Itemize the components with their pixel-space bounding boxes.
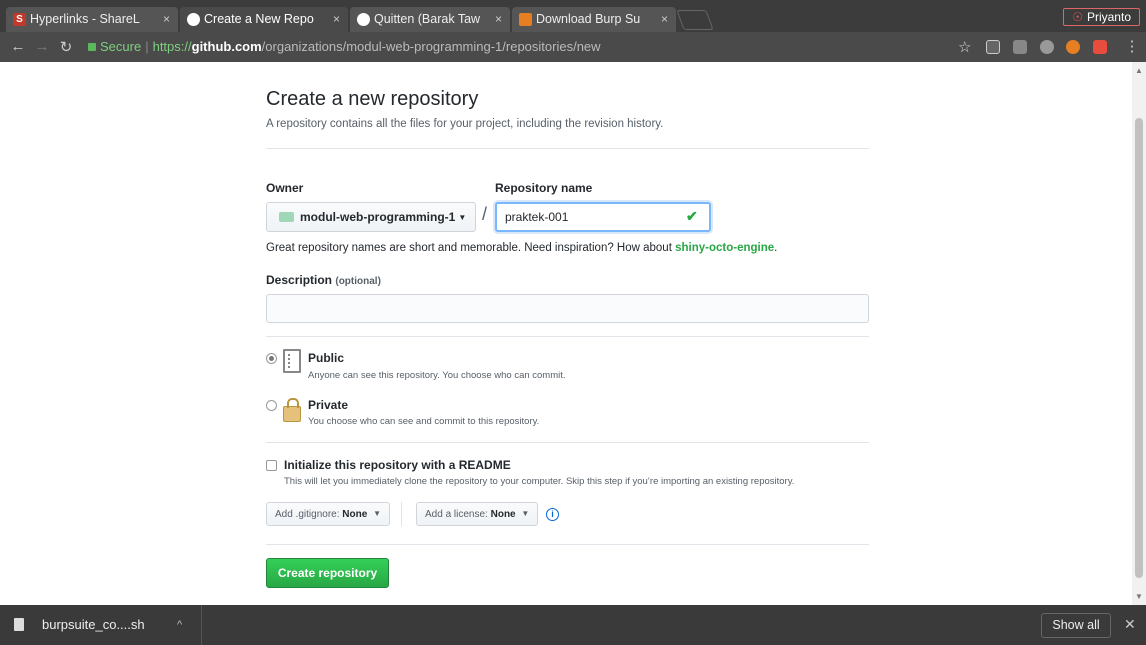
tab-title: Quitten (Barak Taw bbox=[374, 12, 481, 26]
owner-label: Owner bbox=[266, 181, 304, 195]
license-label: Add a license: bbox=[425, 509, 488, 520]
close-icon[interactable]: × bbox=[333, 7, 340, 32]
url-field[interactable]: Secure | https://github.com/organizations/… bbox=[82, 36, 972, 58]
tab-quitten[interactable]: Quitten (Barak Taw × bbox=[350, 7, 510, 32]
owner-value: modul-web-programming-1 bbox=[300, 210, 456, 224]
check-icon: ✔ bbox=[686, 208, 698, 224]
menu-icon[interactable]: ⋮ bbox=[1122, 37, 1142, 55]
download-file-name: burpsuite_co....sh bbox=[42, 617, 145, 632]
github-icon bbox=[187, 13, 200, 26]
description-label-text: Description bbox=[266, 273, 333, 287]
gitignore-label: Add .gitignore: bbox=[275, 509, 340, 520]
private-description: You choose who can see and commit to thi… bbox=[308, 416, 540, 427]
page-title: Create a new repository bbox=[266, 88, 479, 110]
description-input[interactable] bbox=[266, 294, 869, 323]
name-suggestion-link[interactable]: shiny-octo-engine bbox=[675, 242, 774, 254]
forward-arrow-icon[interactable]: → bbox=[32, 38, 52, 55]
profile-button[interactable]: ☉ Priyanto bbox=[1063, 8, 1140, 26]
reload-icon[interactable]: ↻ bbox=[56, 38, 76, 56]
scroll-down-arrow-icon[interactable]: ▼ bbox=[1135, 592, 1143, 601]
repo-name-input[interactable] bbox=[495, 202, 711, 232]
readme-checkbox[interactable] bbox=[266, 460, 277, 471]
profile-name: Priyanto bbox=[1086, 10, 1131, 24]
readme-title: Initialize this repository with a README bbox=[284, 458, 511, 472]
url-host: github.com bbox=[191, 39, 262, 54]
tab-title: Download Burp Su bbox=[536, 12, 641, 26]
secure-label: Secure bbox=[100, 39, 142, 54]
tab-bar: S Hyperlinks - ShareL × Create a New Rep… bbox=[0, 0, 1146, 32]
close-icon[interactable]: ✕ bbox=[1124, 616, 1136, 633]
gitignore-select[interactable]: Add .gitignore: None ▼ bbox=[266, 502, 390, 526]
burp-icon bbox=[519, 13, 532, 26]
tab-title: Hyperlinks - ShareL bbox=[30, 12, 140, 26]
divider bbox=[266, 336, 869, 337]
cors-extension-icon[interactable] bbox=[1093, 40, 1107, 54]
sharelatex-icon: S bbox=[13, 13, 26, 26]
private-title: Private bbox=[308, 398, 349, 412]
name-hint: Great repository names are short and mem… bbox=[266, 242, 777, 254]
url-separator: | bbox=[145, 39, 149, 54]
create-repository-button[interactable]: Create repository bbox=[266, 558, 389, 588]
tab-burp-download[interactable]: Download Burp Su × bbox=[512, 7, 676, 32]
tab-hyperlinks[interactable]: S Hyperlinks - ShareL × bbox=[6, 7, 178, 32]
divider bbox=[266, 544, 869, 545]
extension-icon[interactable] bbox=[1066, 40, 1080, 54]
caret-down-icon: ▼ bbox=[521, 509, 530, 518]
private-radio[interactable] bbox=[266, 400, 277, 411]
hint-text: Great repository names are short and mem… bbox=[266, 242, 676, 254]
download-bar: burpsuite_co....sh ^ Show all ✕ bbox=[0, 605, 1146, 645]
owner-select[interactable]: modul-web-programming-1 ▼ bbox=[266, 202, 476, 232]
hint-suffix: . bbox=[774, 242, 778, 254]
extension-icon[interactable] bbox=[1040, 40, 1054, 54]
download-item[interactable]: burpsuite_co....sh ^ bbox=[0, 605, 202, 645]
divider bbox=[266, 148, 869, 149]
incognito-icon: ☉ bbox=[1072, 10, 1083, 24]
license-value: None bbox=[490, 509, 516, 520]
org-avatar bbox=[279, 212, 294, 222]
file-icon bbox=[14, 618, 24, 631]
close-icon[interactable]: × bbox=[495, 7, 502, 32]
scroll-up-arrow-icon[interactable]: ▲ bbox=[1135, 66, 1143, 75]
info-icon[interactable]: i bbox=[546, 508, 559, 521]
divider bbox=[266, 442, 869, 443]
back-arrow-icon[interactable]: ← bbox=[8, 38, 28, 55]
page-subtitle: A repository contains all the files for … bbox=[266, 118, 664, 130]
public-title: Public bbox=[308, 351, 345, 365]
bookmark-star-icon[interactable]: ☆ bbox=[958, 38, 971, 56]
show-all-button[interactable]: Show all bbox=[1041, 613, 1111, 638]
caret-down-icon: ▼ bbox=[458, 213, 467, 222]
page-scrollbar[interactable]: ▲ ▼ bbox=[1132, 62, 1146, 605]
page-content: Create a new repository A repository con… bbox=[0, 62, 1132, 605]
repo-name-label: Repository name bbox=[495, 181, 593, 195]
divider bbox=[401, 502, 402, 526]
lock-icon bbox=[88, 43, 96, 51]
readme-description: This will let you immediately clone the … bbox=[284, 476, 795, 487]
repo-icon bbox=[283, 349, 301, 373]
extension-icon[interactable] bbox=[986, 40, 1000, 54]
scrollbar-thumb[interactable] bbox=[1135, 118, 1143, 578]
close-icon[interactable]: × bbox=[163, 7, 170, 32]
github-icon bbox=[357, 13, 370, 26]
lock-icon bbox=[283, 398, 301, 422]
license-select[interactable]: Add a license: None ▼ bbox=[416, 502, 539, 526]
chevron-up-icon[interactable]: ^ bbox=[177, 605, 182, 645]
extension-icon[interactable] bbox=[1013, 40, 1027, 54]
gitignore-value: None bbox=[342, 509, 368, 520]
optional-label: (optional) bbox=[335, 276, 381, 287]
new-tab-button[interactable] bbox=[676, 10, 714, 30]
description-label: Description (optional) bbox=[266, 273, 381, 287]
public-radio[interactable] bbox=[266, 353, 277, 364]
address-bar: ← → ↻ Secure | https://github.com/organiza… bbox=[0, 32, 1146, 62]
caret-down-icon: ▼ bbox=[373, 509, 381, 518]
owner-repo-slash: / bbox=[482, 204, 488, 224]
url-path: /organizations/modul-web-programming-1/r… bbox=[261, 39, 601, 54]
url-scheme: https:// bbox=[152, 39, 192, 54]
tab-create-repo[interactable]: Create a New Repo × bbox=[180, 7, 348, 32]
public-description: Anyone can see this repository. You choo… bbox=[308, 370, 566, 381]
tab-title: Create a New Repo bbox=[204, 12, 314, 26]
close-icon[interactable]: × bbox=[661, 7, 668, 32]
